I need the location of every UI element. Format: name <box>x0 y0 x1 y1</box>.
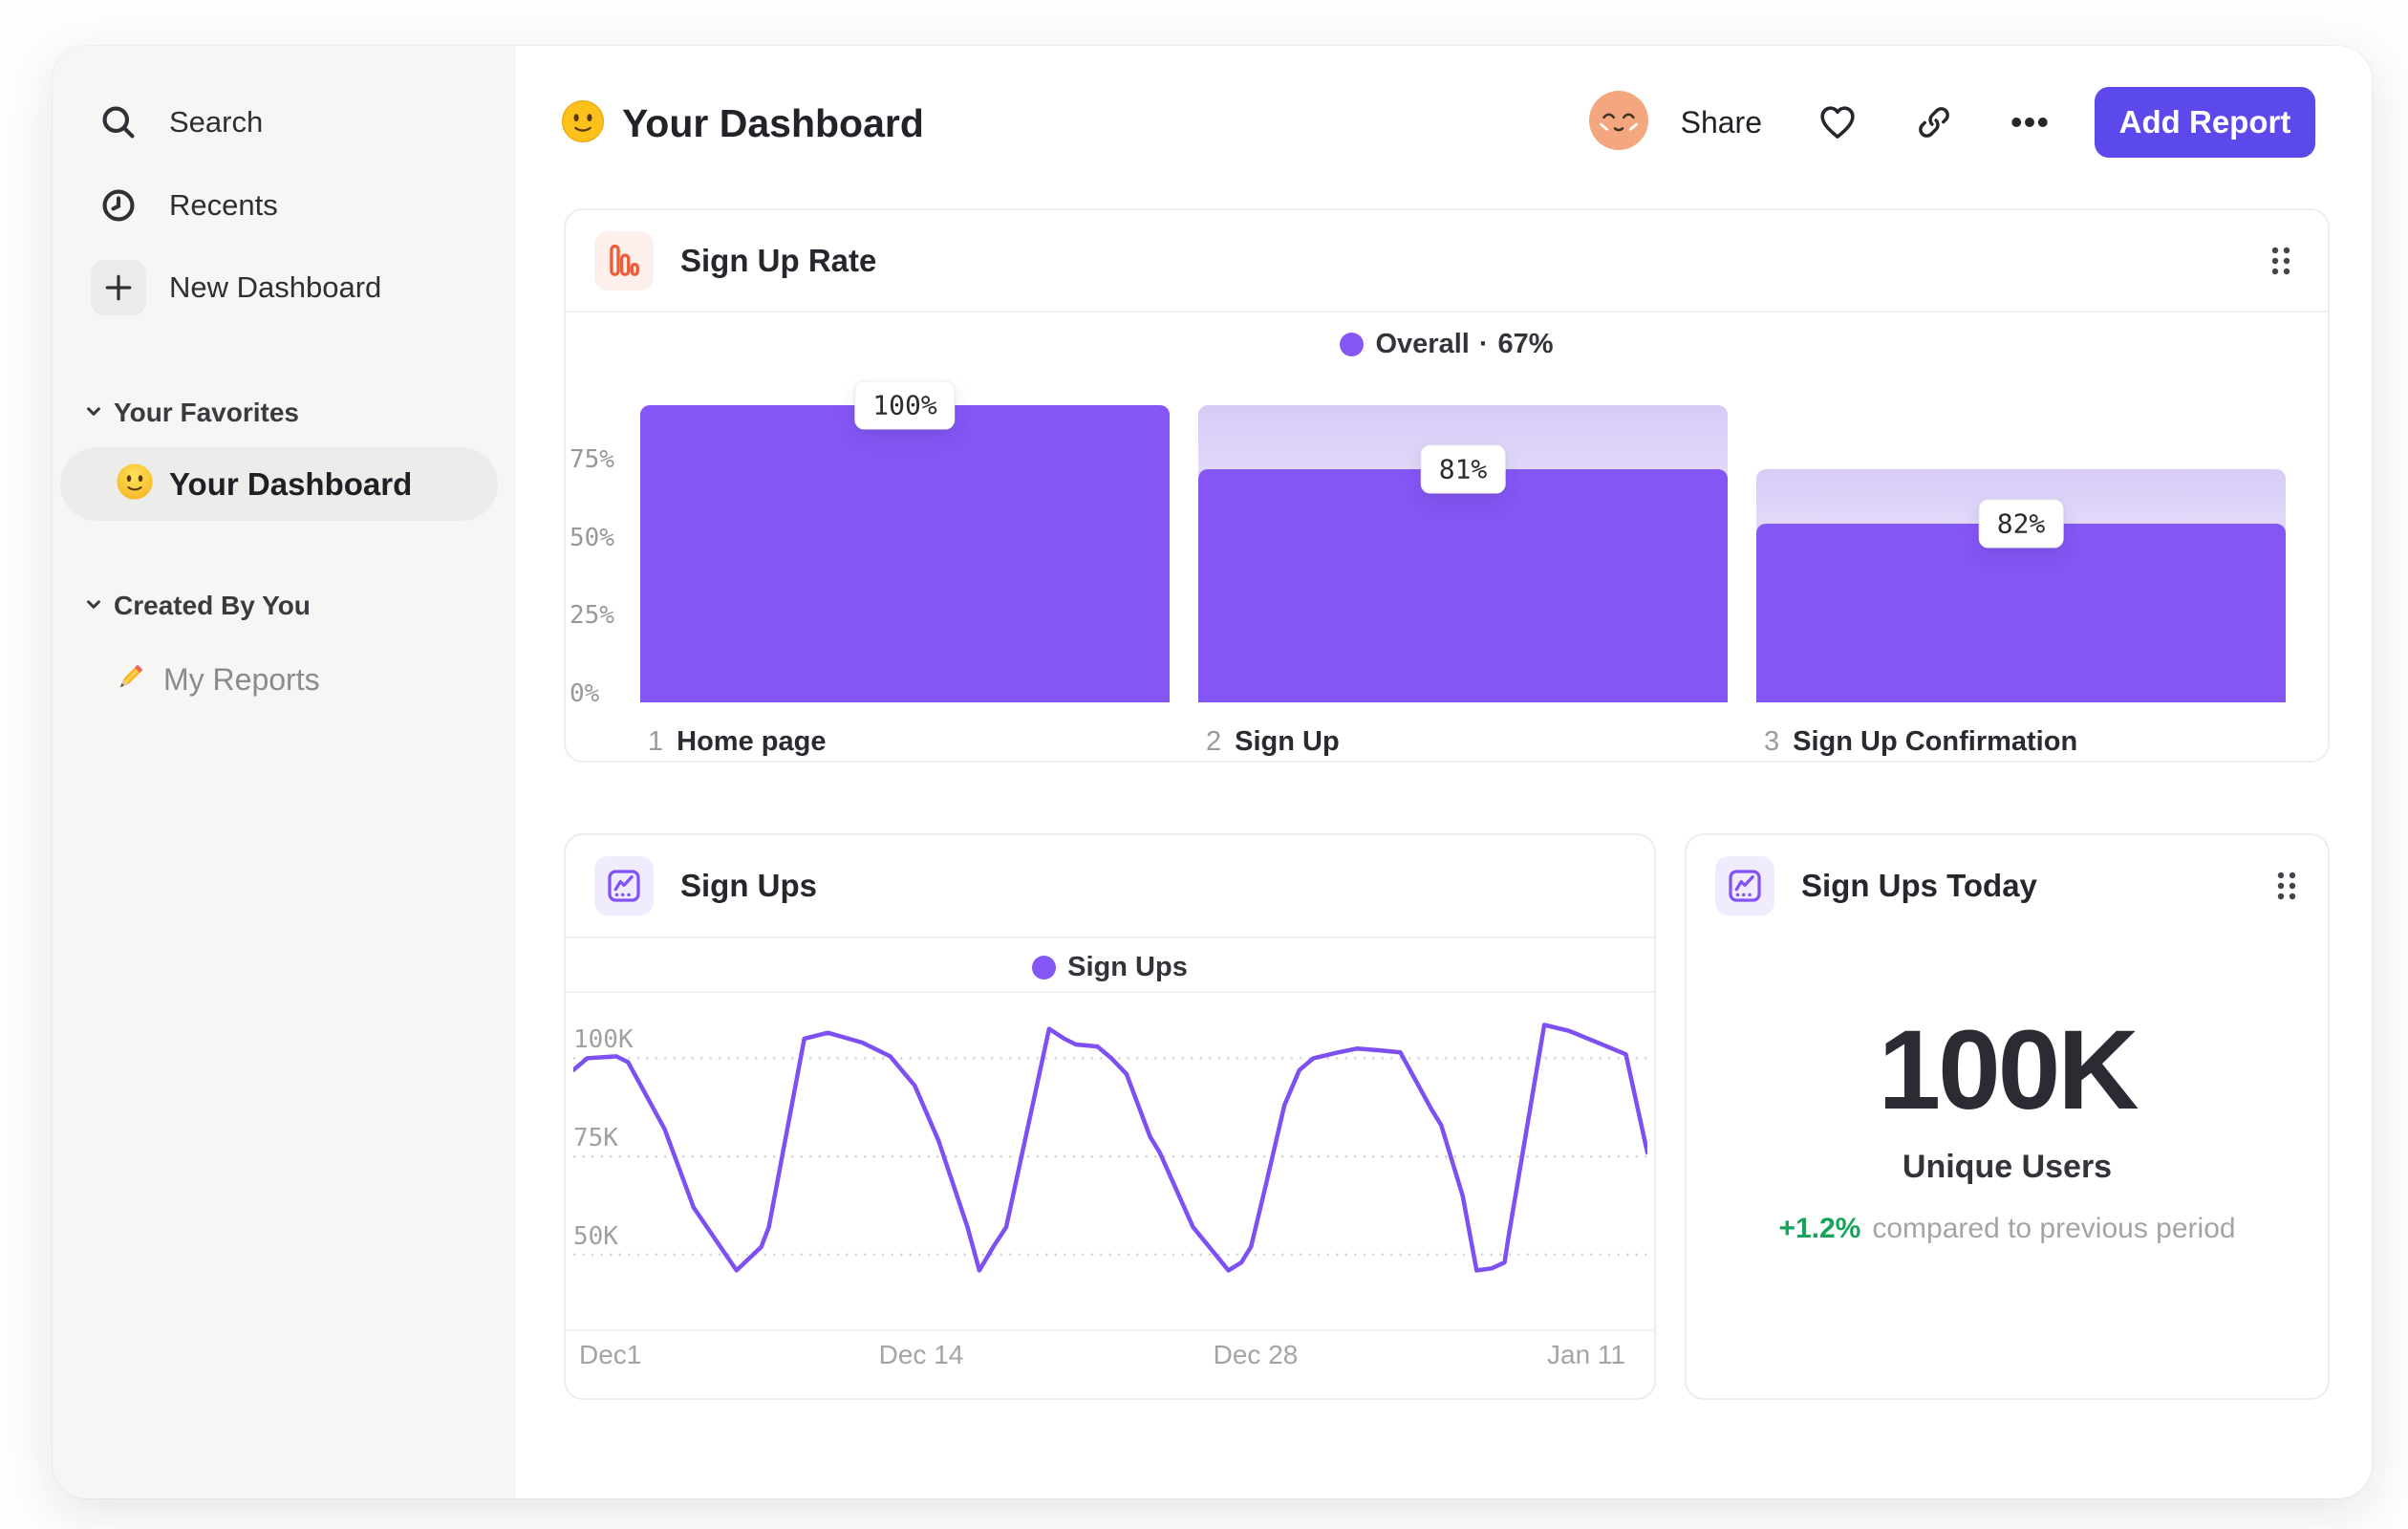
step-number: 3 <box>1764 726 1780 757</box>
sidebar: Search Recents New Dashboard Your Favori… <box>53 46 516 1498</box>
section-label: Created By You <box>114 591 311 620</box>
conversion-tooltip: 82% <box>1978 499 2064 549</box>
funnel-column[interactable]: 100% <box>640 380 1170 702</box>
search-icon <box>91 95 146 150</box>
card-header: Sign Up Rate <box>594 231 876 291</box>
sidebar-item-new-dashboard[interactable]: New Dashboard <box>91 260 381 315</box>
divider <box>566 991 1654 993</box>
share-button[interactable]: Share <box>1681 105 1762 140</box>
conversion-tooltip: 100% <box>854 380 956 430</box>
line-chart-icon <box>1715 856 1774 915</box>
legend-text: Overall · 67% <box>1375 329 1554 359</box>
chevron-down-icon <box>81 592 106 621</box>
x-tick: Dec1 <box>579 1340 642 1369</box>
card-title: Sign Up Rate <box>680 243 877 278</box>
card-title: Sign Ups Today <box>1801 868 2037 903</box>
copy-link-icon[interactable] <box>1913 101 1955 143</box>
step-number: 1 <box>648 726 664 757</box>
divider <box>566 311 2328 312</box>
kpi-delta-row: +1.2% compared to previous period <box>1687 1213 2328 1245</box>
kpi-value: 100K <box>1878 1007 2139 1133</box>
funnel-step-labels: 1 Home page 2 Sign Up 3 Sign Up Confirmation <box>640 726 2286 758</box>
y-tick: 25% <box>570 601 614 631</box>
smiley-emoji-icon <box>561 99 605 148</box>
funnel-bar <box>1756 524 2286 702</box>
sidebar-item-label: New Dashboard <box>169 270 382 304</box>
sidebar-item-your-dashboard[interactable]: Your Dashboard <box>60 447 498 521</box>
funnel-step-label: 3 Sign Up Confirmation <box>1756 726 2286 758</box>
sidebar-item-label: Search <box>169 105 264 139</box>
x-tick: Dec 28 <box>1213 1340 1299 1369</box>
clock-icon <box>91 178 146 233</box>
funnel-chart-icon <box>594 231 654 291</box>
card-header: Sign Ups Today <box>1715 856 2037 915</box>
page-title: Your Dashboard <box>622 100 924 145</box>
conversion-tooltip: 81% <box>1420 444 1506 494</box>
pencil-emoji-icon <box>112 659 148 700</box>
header-actions: Share Add Report <box>1588 86 2315 159</box>
smiley-emoji-icon <box>116 463 154 506</box>
more-options-icon[interactable] <box>2009 101 2051 143</box>
legend-dot <box>1032 956 1057 980</box>
line-chart-icon <box>594 856 654 915</box>
drag-handle-icon[interactable] <box>2268 245 2293 282</box>
sidebar-item-search[interactable]: Search <box>91 95 263 150</box>
sign-ups-line-chart <box>570 1023 1650 1273</box>
divider <box>566 1329 1654 1331</box>
section-your-favorites[interactable]: Your Favorites <box>81 396 299 430</box>
section-created-by-you[interactable]: Created By You <box>81 589 311 623</box>
funnel-plot: 100% 81% 82% <box>640 380 2286 702</box>
sign-up-rate-card: Sign Up Rate Overall · 67% 75% 50% 25% 0% 1… <box>564 208 2330 763</box>
step-name: Sign Up Confirmation <box>1793 726 2078 757</box>
kpi-delta: +1.2% <box>1778 1213 1861 1244</box>
y-tick: 75% <box>570 445 614 474</box>
funnel-column[interactable]: 81% <box>1198 405 1728 702</box>
funnel-legend: Overall · 67% <box>566 329 2328 360</box>
app-window: Search Recents New Dashboard Your Favori… <box>53 46 2372 1498</box>
step-name: Sign Up <box>1235 726 1340 757</box>
legend-dot <box>1340 333 1365 356</box>
funnel-step-label: 1 Home page <box>640 726 1170 758</box>
avatar[interactable] <box>1588 90 1648 155</box>
kpi-delta-caption: compared to previous period <box>1872 1213 2236 1244</box>
add-report-button[interactable]: Add Report <box>2095 87 2315 158</box>
y-tick: 0% <box>570 679 600 709</box>
step-name: Home page <box>677 726 827 757</box>
x-tick: Jan 11 <box>1547 1340 1625 1369</box>
card-header: Sign Ups <box>594 856 817 915</box>
line-plot <box>570 1007 1650 1329</box>
funnel-bar <box>1198 468 1728 702</box>
sidebar-item-label: My Reports <box>163 661 320 697</box>
sidebar-item-label: Your Dashboard <box>169 465 413 502</box>
line-x-axis: Dec1 Dec 14 Dec 28 Jan 11 <box>566 1340 1654 1378</box>
line-legend: Sign Ups <box>566 952 1654 983</box>
step-number: 2 <box>1206 726 1222 757</box>
sidebar-item-my-reports[interactable]: My Reports <box>112 657 320 701</box>
sign-ups-series-line <box>570 1023 1650 1273</box>
drag-handle-icon[interactable] <box>2274 870 2299 907</box>
favorite-heart-icon[interactable] <box>1816 100 1860 144</box>
funnel-step-label: 2 Sign Up <box>1198 726 1728 758</box>
funnel-column[interactable]: 82% <box>1756 405 2286 702</box>
chevron-down-icon <box>81 398 106 428</box>
y-tick: 50% <box>570 523 614 552</box>
card-title: Sign Ups <box>680 868 818 903</box>
x-tick: Dec 14 <box>878 1340 964 1369</box>
legend-text: Sign Ups <box>1067 952 1188 982</box>
plus-icon <box>91 260 146 315</box>
divider <box>566 937 1654 938</box>
kpi-unit-label: Unique Users <box>1902 1149 2113 1185</box>
section-label: Your Favorites <box>114 398 299 427</box>
page-header: Your Dashboard <box>561 90 924 157</box>
sign-ups-card: Sign Ups Sign Ups 100K 75K 50K Dec1 Dec 14… <box>564 833 1656 1400</box>
funnel-bar <box>640 405 1170 702</box>
sign-ups-today-card: Sign Ups Today 100K Unique Users +1.2% c… <box>1685 833 2330 1400</box>
sidebar-item-recents[interactable]: Recents <box>91 178 278 233</box>
sidebar-item-label: Recents <box>169 188 278 222</box>
